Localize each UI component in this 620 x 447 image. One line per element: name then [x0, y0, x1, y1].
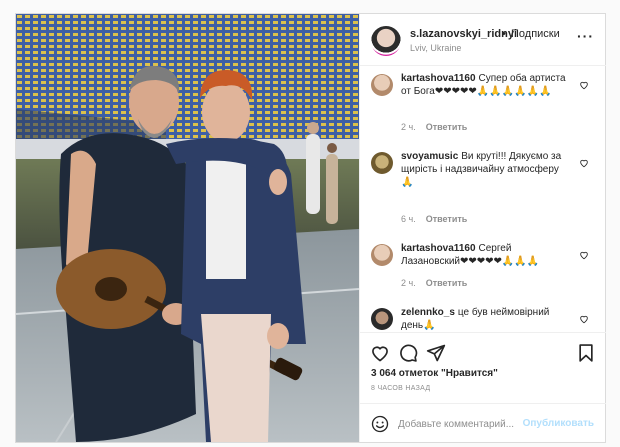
- comments-list[interactable]: kartashova1160 Супер оба артиста от Бога❤…: [360, 66, 606, 332]
- comment-time: 2 ч.: [401, 278, 416, 288]
- commenter-avatar[interactable]: [371, 152, 393, 174]
- comment-like-heart-icon[interactable]: [579, 314, 589, 324]
- share-icon[interactable]: [426, 343, 446, 363]
- likes-count[interactable]: 3 064 отметок "Нравится": [371, 368, 498, 379]
- comment-input[interactable]: [398, 416, 538, 432]
- author-avatar[interactable]: [371, 26, 401, 56]
- post-timestamp[interactable]: 8 ЧАСОВ НАЗАД: [371, 385, 430, 392]
- commenter-avatar[interactable]: [371, 74, 393, 96]
- emoji-icon[interactable]: [371, 415, 389, 433]
- bookmark-icon[interactable]: [576, 343, 596, 363]
- comment-username[interactable]: svoyamusic: [401, 151, 458, 162]
- comment-text: svoyamusic Ви круті!!! Дякуємо за щирість…: [401, 150, 569, 189]
- reply-button[interactable]: Ответить: [426, 214, 468, 224]
- comment-username[interactable]: zelennko_s: [401, 307, 455, 318]
- comment-text: zelennko_s це був неймовірний день🙏: [401, 306, 569, 332]
- comment-like-heart-icon[interactable]: [579, 158, 589, 168]
- commenter-avatar[interactable]: [371, 244, 393, 266]
- reply-button[interactable]: Ответить: [426, 122, 468, 132]
- comment-text: kartashova1160 Супер оба артиста от Бога❤…: [401, 72, 569, 98]
- comment-like-heart-icon[interactable]: [579, 250, 589, 260]
- post-photo[interactable]: [16, 14, 359, 442]
- comment-item: kartashova1160 Супер оба артиста от Бога❤…: [360, 66, 606, 146]
- comment-text: kartashova1160 Сергей Лазановский❤❤❤❤❤🙏🙏🙏: [401, 242, 569, 268]
- comment-meta: 6 ч. Ответить: [401, 214, 467, 224]
- following-button[interactable]: Подписки: [511, 28, 560, 40]
- comment-meta: 2 ч. Ответить: [401, 278, 467, 288]
- post-side-panel: s.lazanovskyi_ridnyi • Подписки Lviv, Uk…: [359, 14, 606, 442]
- header-separator: •: [502, 28, 506, 40]
- more-horizontal-icon[interactable]: ···: [577, 29, 594, 43]
- comment-meta: 2 ч. Ответить: [401, 122, 467, 132]
- comment-like-heart-icon[interactable]: [579, 80, 589, 90]
- comment-item: zelennko_s це був неймовірний день🙏: [360, 300, 606, 332]
- author-username[interactable]: s.lazanovskyi_ridnyi: [410, 28, 517, 40]
- comment-username[interactable]: kartashova1160: [401, 73, 476, 84]
- comment-item: svoyamusic Ви круті!!! Дякуємо за щирість…: [360, 144, 606, 224]
- post-location[interactable]: Lviv, Ukraine: [410, 43, 461, 53]
- publish-button[interactable]: Опубликовать: [523, 418, 594, 429]
- reply-button[interactable]: Ответить: [426, 278, 468, 288]
- post-actions: [360, 332, 606, 372]
- comment-username[interactable]: kartashova1160: [401, 243, 476, 254]
- commenter-avatar[interactable]: [371, 308, 393, 330]
- comment-icon[interactable]: [398, 343, 418, 363]
- comment-time: 6 ч.: [401, 214, 416, 224]
- comment-time: 2 ч.: [401, 122, 416, 132]
- post-header: s.lazanovskyi_ridnyi • Подписки Lviv, Uk…: [360, 14, 606, 66]
- heart-icon[interactable]: [370, 343, 390, 363]
- instagram-post: s.lazanovskyi_ridnyi • Подписки Lviv, Uk…: [15, 13, 606, 443]
- add-comment-bar: Опубликовать: [360, 403, 606, 442]
